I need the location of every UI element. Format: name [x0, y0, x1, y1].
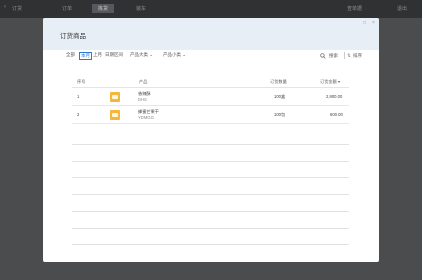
sort-desc-icon: ▾ [337, 79, 341, 84]
maximize-icon[interactable]: □ [363, 20, 366, 26]
empty-row-line [72, 228, 349, 229]
table-row[interactable]: 2 蜂蜜芒果干 YDMGG 100包 600.00 [72, 106, 349, 124]
tab-picking[interactable]: 拣货 [92, 4, 115, 13]
chevron-down-icon: ⌄ [149, 52, 154, 57]
col-index: 序号 [77, 79, 86, 84]
tab-loading[interactable]: 装车 [136, 5, 146, 12]
sort-button[interactable]: 排序 [353, 53, 362, 59]
sort-icon: ⇅ [347, 53, 351, 58]
filter-date-range[interactable]: 日期区间 [105, 52, 123, 58]
app-topbar: ‹ 订货 订单 拣货 装车 查单据 退出 [0, 0, 422, 18]
filter-this-month[interactable]: 本月 [79, 51, 92, 60]
product-thumbnail [110, 92, 120, 102]
close-icon[interactable]: × [372, 20, 375, 26]
row-amount: 600.00 [330, 112, 343, 117]
product-code: DHS [138, 97, 147, 102]
modal-header: 订货商品 □ × [43, 18, 379, 50]
back-arrow-icon[interactable]: ‹ [4, 4, 6, 10]
product-code: YDMGG [138, 115, 154, 120]
filter-all[interactable]: 全部 [66, 52, 75, 58]
toolbar-divider [344, 52, 345, 59]
col-amount[interactable]: 订货金额 ▾ [320, 79, 340, 85]
row-index: 2 [77, 112, 80, 117]
empty-row-line [72, 177, 349, 178]
table-row[interactable]: 1 香辣酥 DHS 100盒 2,900.00 [72, 88, 349, 106]
exit-link[interactable]: 退出 [397, 5, 407, 12]
product-thumbnail [110, 110, 120, 120]
empty-row-line [72, 194, 349, 195]
col-amount-label: 订货金额 [320, 79, 337, 84]
empty-row-line [72, 161, 349, 162]
search-button[interactable]: 搜索 [329, 53, 338, 59]
filter-subcategory-label: 产品小类 [163, 52, 181, 57]
row-amount: 2,900.00 [326, 94, 343, 99]
empty-row-line [72, 144, 349, 145]
tab-orders[interactable]: 订单 [62, 5, 72, 12]
products-table: 序号 产品 订货数量 订货金额 ▾ 1 香辣酥 DHS 100盒 2,900.0… [72, 74, 349, 124]
query-docs-link[interactable]: 查单据 [347, 5, 362, 12]
empty-row-line [72, 211, 349, 212]
filter-subcategory[interactable]: 产品小类 ⌄ [163, 52, 186, 58]
col-product: 产品 [139, 79, 148, 84]
row-quantity: 100包 [274, 112, 286, 117]
back-label[interactable]: 订货 [12, 5, 22, 12]
row-index: 1 [77, 94, 80, 99]
table-header: 序号 产品 订货数量 订货金额 ▾ [72, 74, 349, 88]
order-products-modal: 订货商品 □ × 全部 本月 上月 日期区间 产品大类 ⌄ 产品小类 ⌄ 搜索 … [43, 18, 379, 262]
filter-toolbar: 全部 本月 上月 日期区间 产品大类 ⌄ 产品小类 ⌄ 搜索 ⇅ 排序 [43, 50, 379, 64]
filter-category[interactable]: 产品大类 ⌄ [130, 52, 153, 58]
modal-title: 订货商品 [60, 33, 86, 40]
col-quantity: 订货数量 [270, 79, 287, 84]
filter-category-label: 产品大类 [130, 52, 148, 57]
empty-row-line [72, 244, 349, 245]
search-icon[interactable] [320, 53, 326, 59]
chevron-down-icon: ⌄ [182, 52, 187, 57]
filter-last-month[interactable]: 上月 [93, 52, 102, 58]
row-quantity: 100盒 [274, 94, 286, 99]
